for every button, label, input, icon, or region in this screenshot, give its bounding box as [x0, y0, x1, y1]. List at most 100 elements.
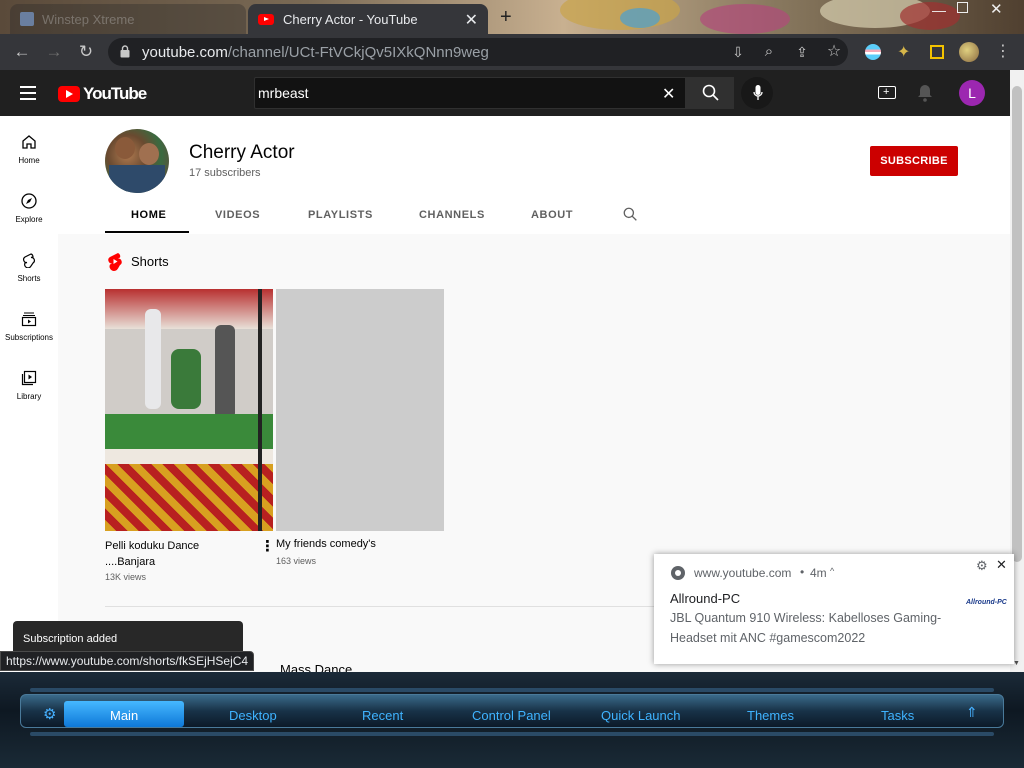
close-window-icon[interactable]: ✕: [990, 0, 1003, 18]
tab-title: Cherry Actor - YouTube: [283, 11, 418, 27]
taskbar-quick-launch[interactable]: Quick Launch: [601, 708, 681, 723]
notification-title: Allround-PC: [670, 591, 741, 606]
taskbar-collapse-arrow-icon[interactable]: ⇑: [966, 704, 978, 721]
short-views: 163 views: [276, 556, 317, 566]
taskbar-tasks[interactable]: Tasks: [881, 708, 914, 723]
chrome-logo-icon: [671, 566, 685, 580]
tab-youtube[interactable]: Cherry Actor - YouTube ✕: [248, 4, 488, 34]
url-path: /channel/UCt-FtVCkjQv5IXkQNnn9weg: [227, 44, 489, 61]
channel-header: Cherry Actor 17 subscribers SUBSCRIBE HO…: [58, 116, 1010, 234]
browser-tab-bar: Winstep Xtreme Cherry Actor - YouTube ✕ …: [0, 0, 1024, 34]
share-icon[interactable]: ⇪: [792, 42, 812, 62]
tab-videos[interactable]: VIDEOS: [215, 209, 260, 221]
short-thumbnail[interactable]: [276, 289, 444, 531]
short-thumbnail[interactable]: [105, 289, 273, 531]
taskbar-main[interactable]: Main: [110, 708, 138, 723]
url-domain: youtube.com: [142, 44, 228, 61]
notifications-bell-icon[interactable]: [917, 84, 933, 107]
taskbar-themes[interactable]: Themes: [747, 708, 794, 723]
minimize-icon[interactable]: —: [932, 2, 946, 18]
allround-pc-logo: Allround-PC: [966, 599, 1007, 606]
youtube-mini-sidebar: Home Explore Shorts Subscriptions Librar…: [0, 116, 58, 672]
tab-winstep[interactable]: Winstep Xtreme: [10, 4, 246, 34]
compass-icon: [21, 193, 37, 209]
taskbar-control-panel[interactable]: Control Panel: [472, 708, 551, 723]
back-arrow-icon[interactable]: ←: [12, 42, 32, 62]
notification-body-line: JBL Quantum 910 Wireless: Kabelloses Gam…: [670, 611, 942, 625]
notification-bullet: •: [800, 565, 805, 579]
expand-chevron-icon[interactable]: ^: [830, 566, 834, 576]
tab-playlists[interactable]: PLAYLISTS: [308, 209, 373, 221]
short-title[interactable]: Pelli koduku Dance ....Banjara: [105, 538, 199, 570]
sidebar-item-label: Library: [16, 392, 42, 401]
library-icon: [21, 370, 37, 386]
sidebar-item-home[interactable]: Home: [0, 134, 58, 165]
tab-channels[interactable]: CHANNELS: [419, 209, 485, 221]
home-icon: [21, 134, 37, 150]
scroll-down-arrow-icon[interactable]: ▼: [1013, 660, 1020, 667]
account-avatar[interactable]: L: [959, 80, 985, 106]
short-title-line: ....Banjara: [105, 556, 156, 568]
sidebar-item-explore[interactable]: Explore: [0, 193, 58, 224]
youtube-play-logo-icon: [58, 86, 80, 102]
close-tab-icon[interactable]: ✕: [465, 10, 478, 30]
notification-body-line: Headset mit ANC #gamescom2022: [670, 631, 866, 645]
subscribe-button[interactable]: SUBSCRIBE: [870, 146, 958, 176]
sidebar-item-subscriptions[interactable]: Subscriptions: [0, 311, 58, 342]
profile-flag-icon[interactable]: [865, 44, 881, 60]
url-text[interactable]: youtube.com/channel/UCt-FtVCkjQv5IXkQNnn…: [142, 44, 489, 61]
notification-close-icon[interactable]: ✕: [996, 557, 1007, 573]
search-icon: [702, 84, 720, 107]
restore-icon[interactable]: [957, 2, 968, 13]
search-button[interactable]: [686, 77, 734, 109]
sidebar-item-label: Subscriptions: [4, 333, 54, 342]
subscriber-count: 17 subscribers: [189, 167, 261, 179]
short-title[interactable]: My friends comedy's: [276, 538, 376, 550]
forward-arrow-icon[interactable]: →: [44, 42, 64, 62]
more-options-icon[interactable]: ⋮: [260, 537, 275, 555]
clear-search-icon[interactable]: ✕: [662, 84, 675, 104]
short-title-line: Pelli koduku Dance: [105, 540, 200, 552]
new-tab-icon[interactable]: +: [500, 6, 512, 29]
taskbar-recent[interactable]: Recent: [362, 708, 403, 723]
chrome-menu-icon[interactable]: ⋮: [993, 42, 1013, 62]
sidebar-item-label: Explore: [15, 215, 43, 224]
notification-settings-icon[interactable]: ⚙: [976, 558, 988, 574]
channel-avatar[interactable]: [105, 129, 169, 193]
install-app-icon[interactable]: ⇩: [728, 42, 748, 62]
profile-avatar-icon[interactable]: [959, 42, 979, 62]
tab-title: Winstep Xtreme: [42, 11, 135, 27]
tab-home[interactable]: HOME: [131, 209, 166, 221]
sidebar-panel-icon[interactable]: [930, 45, 944, 59]
channel-search-icon[interactable]: [623, 207, 638, 227]
zoom-icon[interactable]: ⌕: [759, 42, 779, 62]
sidebar-item-label: Home: [18, 156, 40, 165]
youtube-logo-text: YouTube: [83, 84, 147, 103]
winstep-settings-icon[interactable]: ⚙: [43, 705, 56, 723]
reload-icon[interactable]: ↻: [76, 42, 96, 62]
youtube-favicon-icon: [258, 13, 274, 25]
scrollbar-thumb[interactable]: [1012, 86, 1022, 562]
tab-about[interactable]: ABOUT: [531, 209, 573, 221]
sidebar-item-shorts[interactable]: Shorts: [0, 252, 58, 283]
subscriptions-icon: [21, 311, 37, 327]
create-video-icon[interactable]: +: [878, 86, 896, 99]
short-views: 13K views: [105, 572, 147, 582]
notification-source: www.youtube.com: [694, 566, 792, 580]
shorts-icon: [21, 252, 37, 269]
toast-message: Subscription added: [23, 633, 118, 645]
youtube-logo[interactable]: YouTube: [58, 84, 147, 104]
hamburger-menu-icon[interactable]: [20, 86, 36, 100]
next-section-title: Mass Dance: [280, 662, 353, 672]
sidebar-item-library[interactable]: Library: [0, 370, 58, 401]
voice-search-button[interactable]: [741, 77, 773, 109]
notification-time: 4m: [810, 566, 827, 580]
extensions-puzzle-icon[interactable]: ✦: [897, 42, 910, 62]
lock-icon: [120, 45, 130, 58]
bookmark-star-icon[interactable]: ☆: [824, 42, 844, 62]
chrome-notification[interactable]: www.youtube.com • 4m ^ ⚙ ✕ Allround-PC J…: [654, 554, 1014, 664]
microphone-icon: [753, 85, 763, 106]
search-input[interactable]: [258, 80, 648, 106]
winstep-tab-icon: [20, 12, 34, 26]
taskbar-desktop[interactable]: Desktop: [229, 708, 277, 723]
